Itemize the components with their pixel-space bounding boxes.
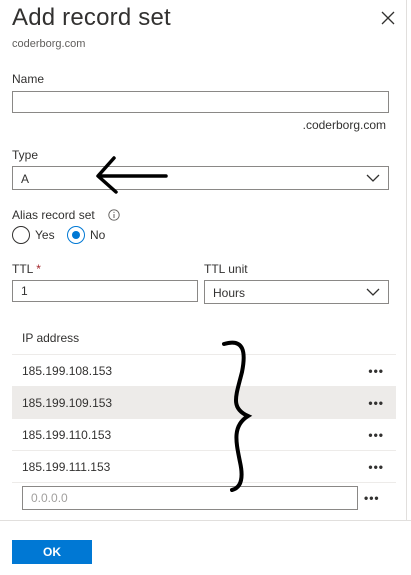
ttl-label-text: TTL [12,262,33,276]
info-icon[interactable] [108,209,120,221]
alias-label: Alias record set [12,208,95,222]
alias-yes-radio[interactable]: Yes [12,226,55,244]
type-label: Type [12,148,39,162]
close-icon[interactable] [380,10,396,26]
ttl-input[interactable] [12,280,198,302]
required-marker: * [36,262,41,276]
footer-divider [0,520,411,521]
ip-cell: 185.199.108.153 [22,364,113,378]
table-row[interactable]: 185.199.111.153 ••• [12,450,396,482]
alias-no-radio[interactable]: No [67,226,105,244]
alias-yes-label: Yes [35,228,55,242]
radio-button-yes[interactable] [12,226,30,244]
ttl-label: TTL * [12,262,41,276]
type-dropdown[interactable]: A [12,166,389,190]
alias-no-label: No [90,228,106,242]
chevron-down-icon [366,288,380,296]
ip-cell: 185.199.109.153 [22,396,113,410]
more-options-icon[interactable]: ••• [368,396,384,410]
ttl-unit-dropdown[interactable]: Hours [204,280,389,304]
name-input[interactable] [12,91,389,113]
new-ip-input[interactable]: 0.0.0.0 [22,486,358,510]
table-row[interactable]: 185.199.108.153 ••• [12,354,396,386]
table-row[interactable]: 185.199.110.153 ••• [12,418,396,450]
type-dropdown-value: A [21,172,30,186]
ttl-unit-label: TTL unit [204,262,248,276]
panel-title: Add record set [12,4,171,31]
more-options-icon[interactable]: ••• [368,460,384,474]
chevron-down-icon [366,174,380,182]
ok-button[interactable]: OK [12,540,92,564]
radio-button-no[interactable] [67,226,85,244]
ip-cell: 185.199.110.153 [22,428,112,442]
name-label: Name [12,72,45,86]
more-options-icon[interactable]: ••• [364,491,380,505]
name-suffix: .coderborg.com [302,118,386,132]
ttl-unit-value: Hours [213,286,246,300]
add-record-set-panel: Add record set coderborg.com Name .coder… [0,0,406,575]
more-options-icon[interactable]: ••• [368,364,384,378]
panel-subtitle: coderborg.com [12,38,86,50]
ip-address-column-header: IP address [22,331,80,345]
panel-edge [406,0,407,520]
table-row[interactable]: 185.199.109.153 ••• [12,386,396,418]
more-options-icon[interactable]: ••• [368,428,384,442]
ip-cell: 185.199.111.153 [22,460,111,474]
